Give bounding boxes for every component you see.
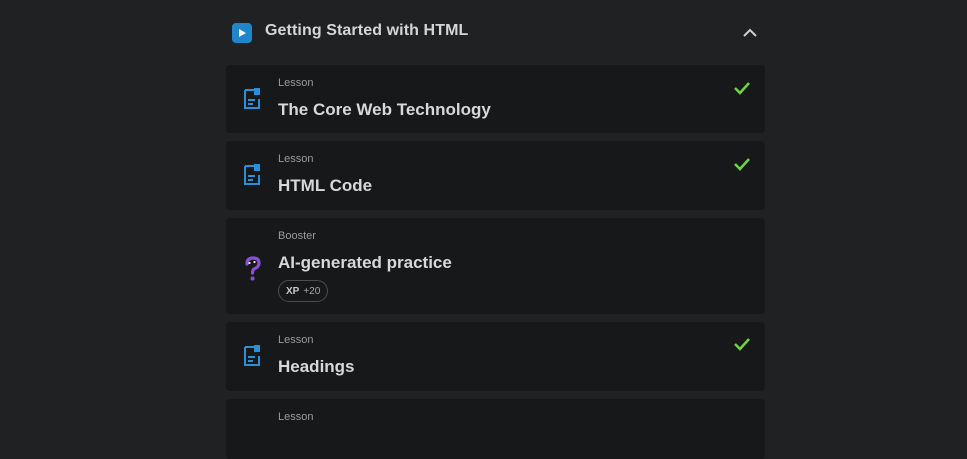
chevron-up-icon[interactable] xyxy=(739,22,761,44)
item-title: AI-generated practice xyxy=(278,253,452,272)
item-title: HTML Code xyxy=(278,176,373,195)
check-icon xyxy=(733,157,751,171)
lesson-doc-icon xyxy=(242,163,262,187)
lesson-doc-icon xyxy=(242,344,262,368)
lesson-item[interactable]: Lesson HTML Code xyxy=(226,141,765,210)
item-type: Booster xyxy=(278,230,316,242)
item-title: Headings xyxy=(278,357,355,376)
item-type: Lesson xyxy=(278,411,314,423)
check-icon xyxy=(733,81,751,95)
item-type: Lesson xyxy=(278,334,314,346)
check-icon xyxy=(733,337,751,351)
xp-badge: XP +20 xyxy=(278,280,329,302)
lesson-item[interactable]: Lesson The Core Web Technology xyxy=(226,65,765,133)
xp-value: +20 xyxy=(303,285,321,297)
item-title: The Core Web Technology xyxy=(278,100,491,119)
item-type: Lesson xyxy=(278,77,314,89)
item-type: Lesson xyxy=(278,153,314,165)
lesson-module: Getting Started with HTML Lesson The Cor… xyxy=(226,0,765,459)
lesson-item[interactable]: Lesson xyxy=(226,399,765,459)
booster-item[interactable]: Booster AI-generated practice XP +20 xyxy=(226,218,765,314)
section-title: Getting Started with HTML xyxy=(265,22,469,39)
lesson-doc-icon xyxy=(242,87,262,111)
play-icon xyxy=(232,23,252,43)
question-mark-icon xyxy=(243,256,263,281)
xp-label: XP xyxy=(286,285,300,297)
section-header[interactable]: Getting Started with HTML xyxy=(226,0,765,64)
lesson-item[interactable]: Lesson Headings xyxy=(226,322,765,391)
